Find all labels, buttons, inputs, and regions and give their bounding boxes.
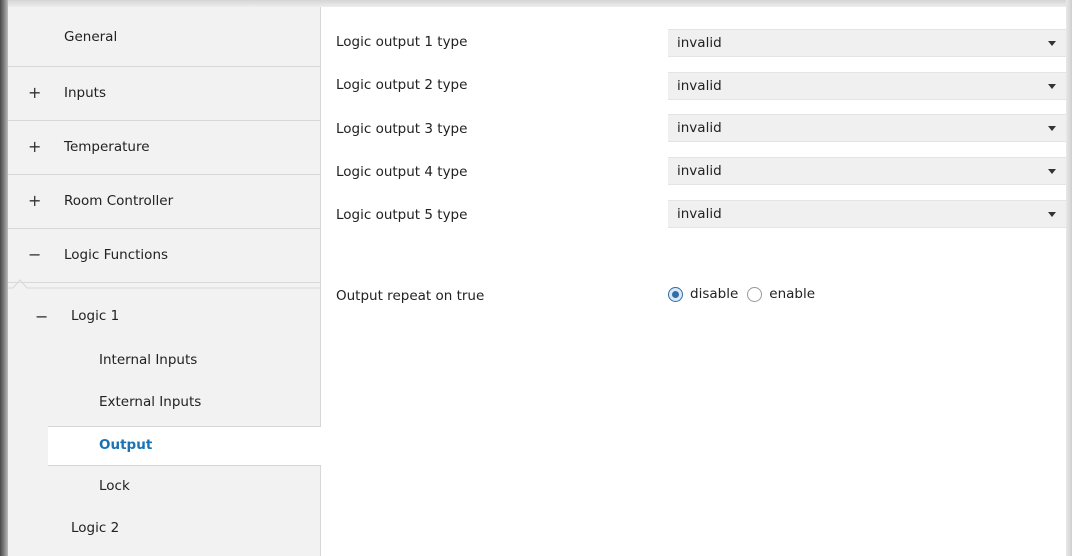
- collapse-minus-icon[interactable]: −: [35, 307, 48, 326]
- dropdown-arrow-icon[interactable]: [1048, 84, 1056, 89]
- dropdown-arrow-icon[interactable]: [1048, 169, 1056, 174]
- sidebar-item-label: Output: [99, 437, 153, 453]
- sidebar: General + Inputs + Temperature + Room Co…: [8, 7, 321, 556]
- select-value: invalid: [677, 206, 722, 222]
- logic-output-2-label: Logic output 2 type: [336, 77, 468, 93]
- output-repeat-label: Output repeat on true: [336, 288, 485, 304]
- logic-output-5-select[interactable]: invalid: [668, 200, 1066, 228]
- sidebar-item-label: Inputs: [64, 85, 106, 101]
- logic-output-4-label: Logic output 4 type: [336, 164, 468, 180]
- disable-radio-label[interactable]: disable: [690, 286, 738, 302]
- sidebar-item-label: Logic 2: [71, 520, 120, 536]
- sidebar-item-logic-1[interactable]: − Logic 1: [8, 293, 320, 341]
- sidebar-item-label: Lock: [99, 478, 130, 494]
- enable-radio-label[interactable]: enable: [769, 286, 815, 302]
- window-top-edge: [0, 0, 1072, 7]
- dropdown-arrow-icon[interactable]: [1048, 41, 1056, 46]
- logic-output-5-label: Logic output 5 type: [336, 207, 468, 223]
- sidebar-item-label: Room Controller: [64, 193, 174, 209]
- sidebar-item-general[interactable]: General: [8, 7, 320, 67]
- dropdown-arrow-icon[interactable]: [1048, 126, 1056, 131]
- sidebar-item-logic-functions[interactable]: − Logic Functions: [8, 229, 320, 283]
- sidebar-item-logic-2[interactable]: Logic 2: [8, 509, 320, 551]
- sidebar-item-external-inputs[interactable]: External Inputs: [8, 383, 320, 425]
- sidebar-item-label: External Inputs: [99, 394, 202, 410]
- select-value: invalid: [677, 163, 722, 179]
- expand-plus-icon[interactable]: +: [28, 191, 41, 210]
- logic-output-2-select[interactable]: invalid: [668, 72, 1066, 100]
- select-value: invalid: [677, 78, 722, 94]
- disable-radio[interactable]: [668, 286, 683, 302]
- tree-pointer-notch: [8, 279, 320, 289]
- dropdown-arrow-icon[interactable]: [1048, 212, 1056, 217]
- sidebar-item-label: Internal Inputs: [99, 352, 198, 368]
- expand-plus-icon[interactable]: +: [28, 137, 41, 156]
- enable-radio[interactable]: [747, 286, 763, 302]
- select-value: invalid: [677, 120, 722, 136]
- window-right-edge: [1066, 0, 1072, 556]
- logic-output-4-select[interactable]: invalid: [668, 157, 1066, 185]
- sidebar-item-label: Logic 1: [71, 308, 120, 324]
- sidebar-item-label: General: [64, 29, 118, 45]
- logic-output-3-label: Logic output 3 type: [336, 121, 468, 137]
- expand-plus-icon[interactable]: +: [28, 83, 41, 102]
- logic-output-3-select[interactable]: invalid: [668, 114, 1066, 142]
- collapse-minus-icon[interactable]: −: [28, 245, 41, 264]
- sidebar-item-internal-inputs[interactable]: Internal Inputs: [8, 341, 320, 383]
- sidebar-item-label: Logic Functions: [64, 247, 169, 263]
- logic-output-1-label: Logic output 1 type: [336, 34, 468, 50]
- sidebar-item-room-controller[interactable]: + Room Controller: [8, 175, 320, 229]
- select-value: invalid: [677, 35, 722, 51]
- parameter-panel: Logic output 1 type invalid Logic output…: [321, 7, 1066, 556]
- sidebar-item-output[interactable]: Output: [48, 426, 321, 466]
- output-repeat-radio-group: disable enable: [668, 286, 824, 302]
- window-left-edge: [0, 0, 8, 556]
- logic-output-1-select[interactable]: invalid: [668, 29, 1066, 57]
- sidebar-item-label: Temperature: [64, 139, 150, 155]
- sidebar-item-temperature[interactable]: + Temperature: [8, 121, 320, 175]
- sidebar-item-lock[interactable]: Lock: [8, 467, 320, 509]
- sidebar-item-inputs[interactable]: + Inputs: [8, 67, 320, 121]
